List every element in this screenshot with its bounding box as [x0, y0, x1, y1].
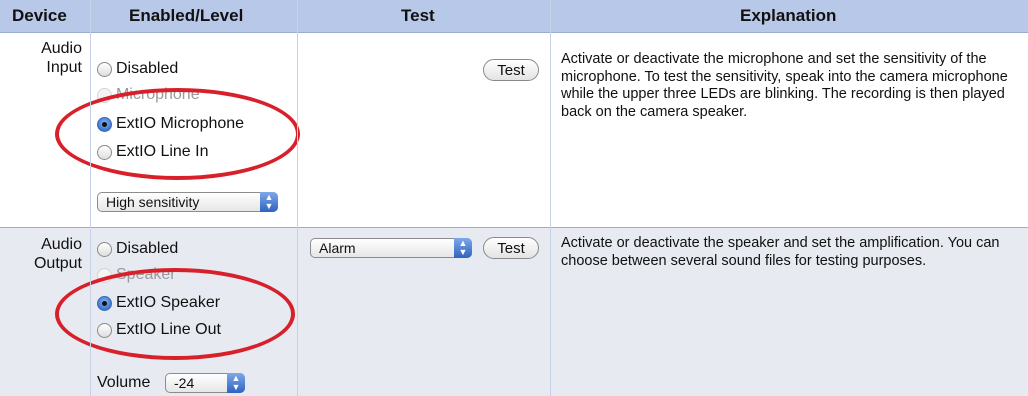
- input-radio-microphone[interactable]: Microphone: [97, 82, 200, 108]
- output-radio-speaker-label: Speaker: [116, 266, 176, 283]
- column-divider: [90, 0, 91, 396]
- header-enabled-level: Enabled/Level: [129, 6, 244, 25]
- header-test: Test: [401, 6, 435, 25]
- radio-disabled-indicator[interactable]: [97, 61, 112, 77]
- audio-output-row: Audio Output Disabled Speaker ExtIO Spea…: [0, 228, 1028, 396]
- volume-select-value: -24: [174, 375, 195, 391]
- audio-output-label-line2: Output: [33, 255, 82, 272]
- audio-output-label: Audio Output: [12, 235, 82, 273]
- input-radio-extio-microphone-label: ExtIO Microphone: [116, 115, 245, 132]
- select-stepper-icon: ▲ ▼: [260, 192, 278, 212]
- input-radio-disabled-label: Disabled: [116, 60, 179, 77]
- audio-input-row: Audio Input Disabled Microphone ExtIO Mi…: [0, 33, 1028, 227]
- input-test-button[interactable]: Test: [483, 59, 539, 81]
- output-test-button[interactable]: Test: [483, 237, 539, 259]
- sound-file-select[interactable]: Alarm ▲ ▼: [310, 238, 472, 258]
- sound-file-select-value: Alarm: [319, 240, 356, 256]
- output-radio-extio-line-out[interactable]: ExtIO Line Out: [97, 317, 221, 343]
- volume-label: Volume: [97, 374, 151, 391]
- select-stepper-icon: ▲ ▼: [227, 373, 245, 393]
- radio-extio-line-in-indicator[interactable]: [97, 144, 112, 160]
- radio-speaker-indicator[interactable]: [97, 267, 112, 283]
- input-explanation: Activate or deactivate the microphone an…: [561, 51, 1008, 120]
- output-radio-extio-line-out-label: ExtIO Line Out: [116, 321, 221, 338]
- output-explanation: Activate or deactivate the speaker and s…: [561, 235, 1000, 269]
- volume-control: Volume: [97, 372, 150, 394]
- output-radio-disabled[interactable]: Disabled: [97, 236, 178, 262]
- table-header: Device Enabled/Level Test Explanation: [0, 0, 1028, 33]
- header-explanation: Explanation: [740, 6, 837, 25]
- header-device: Device: [12, 6, 67, 25]
- radio-extio-microphone-indicator[interactable]: [97, 116, 112, 132]
- output-radio-disabled-label: Disabled: [116, 240, 179, 257]
- input-radio-disabled[interactable]: Disabled: [97, 56, 178, 82]
- audio-input-label: Audio Input: [12, 39, 82, 77]
- column-divider: [297, 0, 298, 396]
- radio-disabled-indicator[interactable]: [97, 241, 112, 257]
- input-radio-extio-line-in[interactable]: ExtIO Line In: [97, 139, 209, 165]
- audio-input-label-line1: Audio: [41, 40, 82, 57]
- select-stepper-icon: ▲ ▼: [454, 238, 472, 258]
- radio-extio-line-out-indicator[interactable]: [97, 322, 112, 338]
- output-radio-extio-speaker[interactable]: ExtIO Speaker: [97, 290, 220, 316]
- radio-microphone-indicator[interactable]: [97, 87, 112, 103]
- column-divider: [550, 0, 551, 396]
- output-radio-speaker[interactable]: Speaker: [97, 262, 176, 288]
- input-radio-microphone-label: Microphone: [116, 86, 200, 103]
- input-radio-extio-microphone[interactable]: ExtIO Microphone: [97, 111, 244, 137]
- audio-input-label-line2: Input: [46, 59, 82, 76]
- audio-settings-panel: Device Enabled/Level Test Explanation Au…: [0, 0, 1028, 396]
- output-radio-extio-speaker-label: ExtIO Speaker: [116, 294, 221, 311]
- radio-extio-speaker-indicator[interactable]: [97, 295, 112, 311]
- volume-select[interactable]: -24 ▲ ▼: [165, 373, 245, 393]
- sensitivity-select[interactable]: High sensitivity ▲ ▼: [97, 192, 278, 212]
- sensitivity-select-value: High sensitivity: [106, 194, 200, 210]
- audio-output-label-line1: Audio: [41, 236, 82, 253]
- input-radio-extio-line-in-label: ExtIO Line In: [116, 143, 209, 160]
